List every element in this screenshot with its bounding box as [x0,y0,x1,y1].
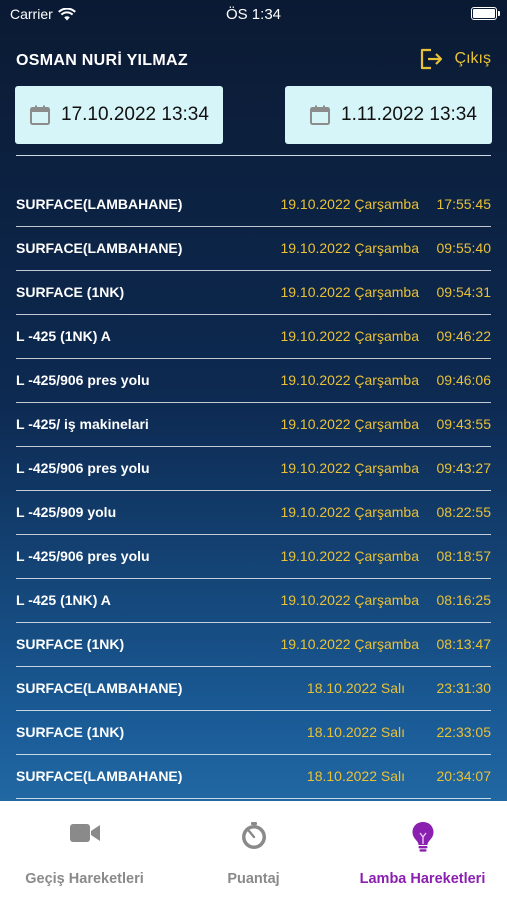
location-label: L -425/906 pres yolu [16,460,150,476]
location-label: SURFACE(LAMBAHANE) [16,240,183,256]
logout-label: Çıkış [454,50,491,67]
location-label: L -425 (1NK) A [16,328,111,344]
list-item[interactable]: L -425/ iş makinelari 19.10.2022 Çarşamba… [16,403,491,447]
record-time: 09:43:27 [436,460,492,476]
record-time: 17:55:45 [436,196,492,212]
record-date: 19.10.2022 Çarşamba [280,548,419,564]
location-label: SURFACE(LAMBAHANE) [16,196,183,212]
logout-button[interactable]: Çıkış [419,47,491,71]
calendar-icon [30,105,50,125]
tab-gecis-hareketleri[interactable]: Geçiş Hareketleri [0,801,169,900]
record-date: 19.10.2022 Çarşamba [280,240,419,256]
list-item[interactable]: L -425/906 pres yolu 19.10.2022 Çarşamba 0… [16,447,491,491]
record-time: 08:16:25 [436,592,492,608]
status-bar: Carrier ÖS 1:34 [0,0,507,28]
lightbulb-icon [412,822,433,852]
records-list[interactable]: SURFACE(LAMBAHANE) 19.10.2022 Çarşamba 17:… [0,183,507,801]
list-item[interactable]: L -425/906 pres yolu 19.10.2022 Çarşamba 0… [16,535,491,579]
location-label: L -425/909 yolu [16,504,117,520]
location-label: L -425/906 pres yolu [16,372,150,388]
tab-puantaj[interactable]: Puantaj [169,801,338,900]
status-time: ÖS 1:34 [225,6,282,23]
location-label: L -425 (1NK) A [16,592,111,608]
record-date: 19.10.2022 Çarşamba [280,416,419,432]
header-divider [16,155,491,156]
list-item[interactable]: SURFACE(LAMBAHANE) 18.10.2022 Salı 23:31:3… [16,667,491,711]
battery-icon [471,7,500,20]
list-item[interactable]: SURFACE (1NK) 19.10.2022 Çarşamba 09:54:31 [16,271,491,315]
location-label: SURFACE (1NK) [16,636,125,652]
record-time: 09:54:31 [436,284,492,300]
tab-label: Puantaj [227,871,280,887]
record-time: 08:18:57 [436,548,492,564]
record-date: 18.10.2022 Salı [306,724,405,740]
record-date: 19.10.2022 Çarşamba [280,504,419,520]
location-label: SURFACE (1NK) [16,284,125,300]
logout-icon [420,48,442,70]
list-item[interactable]: L -425 (1NK) A 19.10.2022 Çarşamba 09:46:2… [16,315,491,359]
tab-label: Geçiş Hareketleri [25,871,144,887]
record-time: 22:33:05 [436,724,492,740]
list-item[interactable]: L -425/906 pres yolu 19.10.2022 Çarşamba 0… [16,359,491,403]
record-time: 09:46:22 [436,328,492,344]
tab-bar: Geçiş Hareketleri Puantaj Lamba Hareketl… [0,801,507,900]
tab-label: Lamba Hareketleri [359,871,486,887]
record-time: 09:55:40 [436,240,492,256]
record-date: 19.10.2022 Çarşamba [280,196,419,212]
list-item[interactable]: SURFACE(LAMBAHANE) 18.10.2022 Salı 20:34:0… [16,755,491,799]
stopwatch-icon [241,822,266,849]
location-label: SURFACE(LAMBAHANE) [16,680,183,696]
end-date-value: 1.11.2022 13:34 [341,104,477,125]
location-label: L -425/906 pres yolu [16,548,150,564]
list-item[interactable]: SURFACE (1NK) 18.10.2022 Salı 22:33:05 [16,711,491,755]
record-time: 23:31:30 [436,680,492,696]
list-item[interactable]: L -425 (1NK) A 19.10.2022 Çarşamba 08:16:2… [16,579,491,623]
record-date: 19.10.2022 Çarşamba [280,372,419,388]
location-label: SURFACE (1NK) [16,724,125,740]
location-label: SURFACE(LAMBAHANE) [16,768,183,784]
list-item[interactable]: L -425/909 yolu 19.10.2022 Çarşamba 08:22:… [16,491,491,535]
user-name: OSMAN NURİ YILMAZ [16,52,188,69]
record-time: 09:43:55 [436,416,492,432]
video-camera-icon [69,824,100,842]
tab-lamba-hareketleri[interactable]: Lamba Hareketleri [338,801,507,900]
start-date-value: 17.10.2022 13:34 [61,104,209,125]
record-time: 20:34:07 [436,768,492,784]
list-item[interactable]: SURFACE (1NK) 19.10.2022 Çarşamba 08:13:47 [16,623,491,667]
record-time: 08:13:47 [436,636,492,652]
record-time: 08:22:55 [436,504,492,520]
record-date: 19.10.2022 Çarşamba [280,328,419,344]
record-date: 19.10.2022 Çarşamba [280,460,419,476]
list-item[interactable]: SURFACE(LAMBAHANE) 19.10.2022 Çarşamba 17:… [16,183,491,227]
record-date: 19.10.2022 Çarşamba [280,592,419,608]
record-date: 18.10.2022 Salı [306,768,405,784]
record-date: 19.10.2022 Çarşamba [280,284,419,300]
record-time: 09:46:06 [436,372,492,388]
calendar-icon [310,105,330,125]
location-label: L -425/ iş makinelari [16,416,149,432]
end-date-button[interactable]: 1.11.2022 13:34 [285,86,492,144]
start-date-button[interactable]: 17.10.2022 13:34 [15,86,223,144]
record-date: 18.10.2022 Salı [306,680,405,696]
list-item[interactable]: SURFACE(LAMBAHANE) 19.10.2022 Çarşamba 09:… [16,227,491,271]
record-date: 19.10.2022 Çarşamba [280,636,419,652]
header: OSMAN NURİ YILMAZ Çıkış [16,45,491,77]
